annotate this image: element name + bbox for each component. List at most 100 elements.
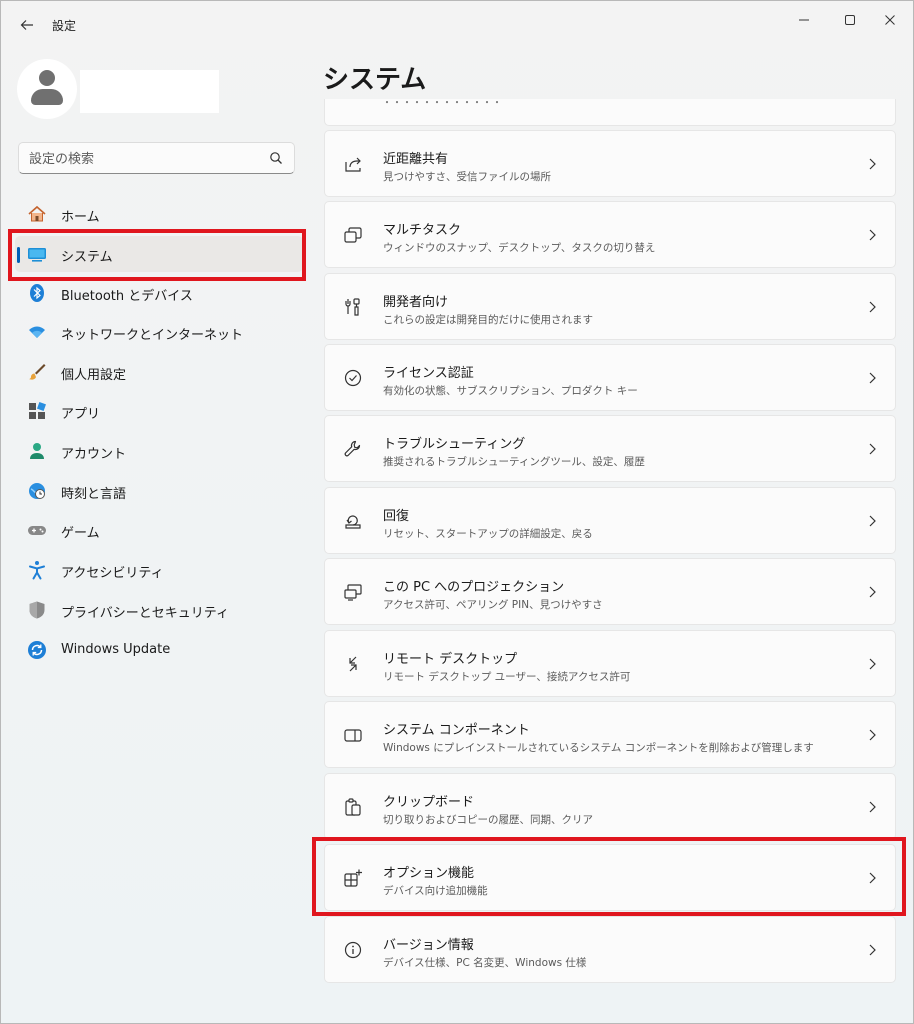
close-icon xyxy=(885,15,895,25)
gamepad-icon xyxy=(28,526,46,535)
recovery-icon xyxy=(345,515,361,529)
card-title: システム コンポーネント xyxy=(383,723,530,738)
chevron-right-icon xyxy=(869,229,876,241)
minimize-button[interactable] xyxy=(781,7,827,33)
card-title: この PC へのプロジェクション xyxy=(383,580,565,595)
card-activation[interactable]: ライセンス認証 有効化の状態、サブスクリプション、プロダクト キー xyxy=(324,344,896,411)
chevron-right-icon xyxy=(869,301,876,313)
close-button[interactable] xyxy=(867,7,913,33)
maximize-icon xyxy=(845,15,855,25)
component-icon xyxy=(344,729,362,742)
remote-desktop-icon xyxy=(349,656,357,672)
card-troubleshoot[interactable]: トラブルシューティング 推奨されるトラブルシューティングツール、設定、履歴 xyxy=(324,415,896,482)
card-for-developers[interactable]: 開発者向け これらの設定は開発目的だけに使用されます xyxy=(324,273,896,340)
wrench-icon xyxy=(344,440,361,457)
update-icon xyxy=(28,641,46,659)
card-subtitle: リセット、スタートアップの詳細設定、戻る xyxy=(383,528,593,540)
card-title: クリップボード xyxy=(383,795,475,810)
chevron-right-icon xyxy=(869,515,876,527)
sidebar-item-label: ホーム xyxy=(61,210,100,225)
card-subtitle: これらの設定は開発目的だけに使用されます xyxy=(383,314,593,326)
card-recovery[interactable]: 回復 リセット、スタートアップの詳細設定、戻る xyxy=(324,487,896,554)
sidebar-item-privacy[interactable]: プライバシーとセキュリティ xyxy=(15,592,303,628)
chevron-right-icon xyxy=(869,944,876,956)
card-title: ライセンス認証 xyxy=(383,366,474,381)
accessibility-icon xyxy=(29,561,45,580)
home-icon xyxy=(28,205,46,222)
sidebar-item-label: アプリ xyxy=(61,407,101,422)
card-remote-desktop[interactable]: リモート デスクトップ リモート デスクトップ ユーザー、接続アクセス許可 xyxy=(324,630,896,697)
card-subtitle: アクセス許可、ペアリング PIN、見つけやすさ xyxy=(383,599,603,611)
chevron-right-icon xyxy=(869,158,876,170)
activation-icon xyxy=(344,369,362,387)
sidebar-item-personalization[interactable]: 個人用設定 xyxy=(15,354,303,390)
chevron-right-icon xyxy=(869,372,876,384)
card-projecting-to-pc[interactable]: この PC へのプロジェクション アクセス許可、ペアリング PIN、見つけやすさ xyxy=(324,558,896,625)
minimize-icon xyxy=(799,19,809,21)
card-title: バージョン情報 xyxy=(383,938,474,953)
brush-icon xyxy=(29,364,46,380)
sidebar-item-accounts[interactable]: アカウント xyxy=(15,433,303,469)
sidebar-item-label: ゲーム xyxy=(61,526,100,541)
sidebar-item-accessibility[interactable]: アクセシビリティ xyxy=(15,552,303,588)
developer-icon xyxy=(345,298,360,316)
search-input[interactable] xyxy=(29,149,259,169)
account-icon xyxy=(30,443,44,459)
card-title: マルチタスク xyxy=(383,223,462,238)
card-about[interactable]: バージョン情報 デバイス仕様、PC 名変更、Windows 仕様 xyxy=(324,916,896,983)
sidebar-item-label: ネットワークとインターネット xyxy=(61,328,244,343)
username-redacted xyxy=(80,70,219,113)
chevron-right-icon xyxy=(869,586,876,598)
avatar-body-shape xyxy=(31,89,63,105)
time-language-icon xyxy=(29,483,45,499)
sidebar-item-label: 個人用設定 xyxy=(61,368,127,383)
search-icon[interactable] xyxy=(268,150,284,166)
card-title: 開発者向け xyxy=(383,295,449,310)
card-clipboard[interactable]: クリップボード 切り取りおよびコピーの履歴、同期、クリア xyxy=(324,773,896,840)
info-icon xyxy=(344,941,362,959)
card-subtitle: 有効化の状態、サブスクリプション、プロダクト キー xyxy=(383,385,638,397)
card-subtitle: 見つけやすさ、受信ファイルの場所 xyxy=(383,171,551,183)
apps-icon xyxy=(29,402,46,419)
sidebar-item-network[interactable]: ネットワークとインターネット xyxy=(15,314,303,350)
sidebar-item-label: プライバシーとセキュリティ xyxy=(61,606,229,621)
avatar[interactable] xyxy=(17,59,77,119)
sidebar-item-apps[interactable]: アプリ xyxy=(15,393,303,429)
card-title: 回復 xyxy=(383,509,410,524)
page-title: システム xyxy=(323,65,427,95)
partial-card-text: ・・・・・・・・・・・・ xyxy=(382,99,502,109)
wifi-icon xyxy=(29,326,45,338)
card-subtitle: Windows にプレインストールされているシステム コンポーネントを削除および… xyxy=(383,742,814,754)
sidebar-item-label: 時刻と言語 xyxy=(61,487,127,502)
chevron-right-icon xyxy=(869,443,876,455)
projection-icon xyxy=(344,584,362,601)
card-title: 近距離共有 xyxy=(383,152,449,167)
back-button[interactable] xyxy=(13,13,41,37)
card-subtitle: デバイス仕様、PC 名変更、Windows 仕様 xyxy=(383,957,587,969)
sidebar-item-label: Windows Update xyxy=(61,642,171,657)
sidebar-item-time-language[interactable]: 時刻と言語 xyxy=(15,473,303,509)
card-title: リモート デスクトップ xyxy=(383,652,518,667)
card-nearby-sharing[interactable]: 近距離共有 見つけやすさ、受信ファイルの場所 xyxy=(324,130,896,197)
card-title: トラブルシューティング xyxy=(383,437,526,452)
card-subtitle: ウィンドウのスナップ、デスクトップ、タスクの切り替え xyxy=(383,242,656,254)
app-title: 設定 xyxy=(52,19,77,33)
sidebar-item-home[interactable]: ホーム xyxy=(15,196,303,232)
shield-icon xyxy=(29,601,45,619)
sidebar-item-label: アカウント xyxy=(61,447,127,462)
annotation-highlight-optional-features xyxy=(312,837,906,916)
title-bar: 設定 xyxy=(1,1,913,49)
sidebar-item-label: Bluetooth とデバイス xyxy=(61,289,193,304)
partial-card-top[interactable]: ・・・・・・・・・・・・ xyxy=(324,99,896,126)
multitask-icon xyxy=(344,227,362,243)
sidebar-item-windows-update[interactable]: Windows Update xyxy=(15,632,303,668)
sidebar-item-gaming[interactable]: ゲーム xyxy=(15,512,303,548)
share-icon xyxy=(345,157,361,172)
back-arrow-icon xyxy=(20,20,33,30)
card-system-components[interactable]: システム コンポーネント Windows にプレインストールされているシステム … xyxy=(324,701,896,768)
annotation-highlight-system xyxy=(8,229,306,281)
card-subtitle: 切り取りおよびコピーの履歴、同期、クリア xyxy=(383,814,593,826)
search-box[interactable] xyxy=(18,142,295,174)
chevron-right-icon xyxy=(869,658,876,670)
card-multitasking[interactable]: マルチタスク ウィンドウのスナップ、デスクトップ、タスクの切り替え xyxy=(324,201,896,268)
